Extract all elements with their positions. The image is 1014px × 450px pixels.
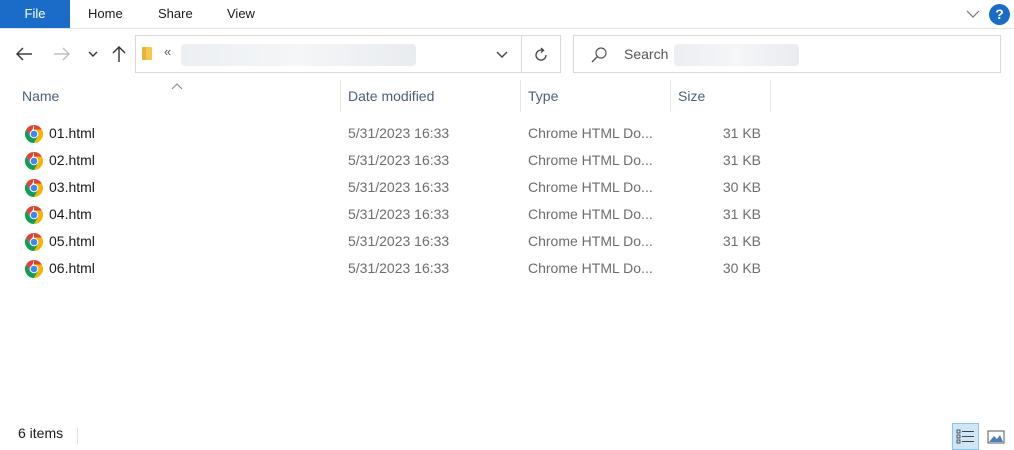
details-view-icon [956,429,974,444]
chrome-html-icon [24,232,44,252]
file-size: 31 KB [722,152,761,168]
file-date-modified: 5/31/2023 16:33 [348,152,450,168]
back-button[interactable] [12,42,36,66]
address-divider [521,36,522,72]
chrome-html-icon [24,151,44,171]
file-row[interactable]: 03.html 5/31/2023 16:33 Chrome HTML Do... 3… [18,174,768,201]
file-type: Chrome HTML Do... [528,125,653,141]
file-name: 04.htm [49,206,92,222]
file-row[interactable]: 02.html 5/31/2023 16:33 Chrome HTML Do... 3… [18,147,768,174]
file-size: 31 KB [722,125,761,141]
item-count: 6 items [18,425,64,441]
forward-button[interactable] [50,42,74,66]
arrow-up-icon [112,46,126,62]
search-box[interactable]: Search [573,35,1001,73]
chrome-html-icon [24,178,44,198]
help-button[interactable]: ? [989,4,1010,25]
chrome-html-icon [24,259,44,279]
address-bar[interactable]: « [135,35,561,73]
column-header-size[interactable]: Size [678,80,705,112]
file-type: Chrome HTML Do... [528,260,653,276]
arrow-right-icon [54,47,70,61]
file-name: 03.html [49,179,95,195]
file-type: Chrome HTML Do... [528,233,653,249]
file-size: 31 KB [722,206,761,222]
file-date-modified: 5/31/2023 16:33 [348,125,450,141]
column-header-date-modified[interactable]: Date modified [348,80,434,112]
file-name: 02.html [49,152,95,168]
large-icons-view-button[interactable] [982,423,1009,450]
file-row[interactable]: 06.html 5/31/2023 16:33 Chrome HTML Do... 3… [18,255,768,282]
tab-home[interactable]: Home [88,0,123,28]
chrome-html-icon [24,124,44,144]
file-row[interactable]: 04.htm 5/31/2023 16:33 Chrome HTML Do... 31… [18,201,768,228]
refresh-button[interactable] [529,43,553,67]
file-size: 30 KB [722,179,761,195]
breadcrumb-path-redacted [181,44,416,66]
breadcrumb-overflow[interactable]: « [164,44,171,59]
file-date-modified: 5/31/2023 16:33 [348,179,450,195]
ribbon: File Home Share View ? [0,0,1014,29]
search-icon [590,46,608,64]
refresh-icon [535,47,547,61]
column-header-name[interactable]: Name [22,80,59,112]
file-date-modified: 5/31/2023 16:33 [348,206,450,222]
details-view-button[interactable] [952,423,979,450]
status-divider [77,428,78,444]
chevron-down-icon [88,51,98,57]
up-button[interactable] [107,42,131,66]
column-divider[interactable] [520,80,521,112]
file-name: 01.html [49,125,95,141]
address-dropdown-button[interactable] [491,44,513,66]
recent-locations-button[interactable] [82,42,104,66]
tab-share[interactable]: Share [158,0,193,28]
file-name: 06.html [49,260,95,276]
file-date-modified: 5/31/2023 16:33 [348,233,450,249]
arrow-left-icon [16,47,32,61]
column-divider[interactable] [340,80,341,112]
file-type: Chrome HTML Do... [528,206,653,222]
search-placeholder: Search [624,46,669,62]
chrome-html-icon [24,205,44,225]
chevron-down-icon [496,51,508,58]
file-type: Chrome HTML Do... [528,152,653,168]
file-name: 05.html [49,233,95,249]
file-size: 31 KB [722,233,761,249]
column-divider[interactable] [670,80,671,112]
file-type: Chrome HTML Do... [528,179,653,195]
column-divider[interactable] [770,80,771,112]
column-header-type[interactable]: Type [528,80,558,112]
file-row[interactable]: 05.html 5/31/2023 16:33 Chrome HTML Do... 3… [18,228,768,255]
tab-file[interactable]: File [0,0,70,28]
large-icons-view-icon [987,430,1004,443]
expand-ribbon-chevron-icon[interactable] [965,7,981,21]
search-scope-redacted [674,44,799,66]
file-date-modified: 5/31/2023 16:33 [348,260,450,276]
file-size: 30 KB [722,260,761,276]
tab-view[interactable]: View [227,0,255,28]
sort-ascending-icon [171,77,183,90]
file-row[interactable]: 01.html 5/31/2023 16:33 Chrome HTML Do... 3… [18,120,768,147]
folder-icon [142,47,152,60]
